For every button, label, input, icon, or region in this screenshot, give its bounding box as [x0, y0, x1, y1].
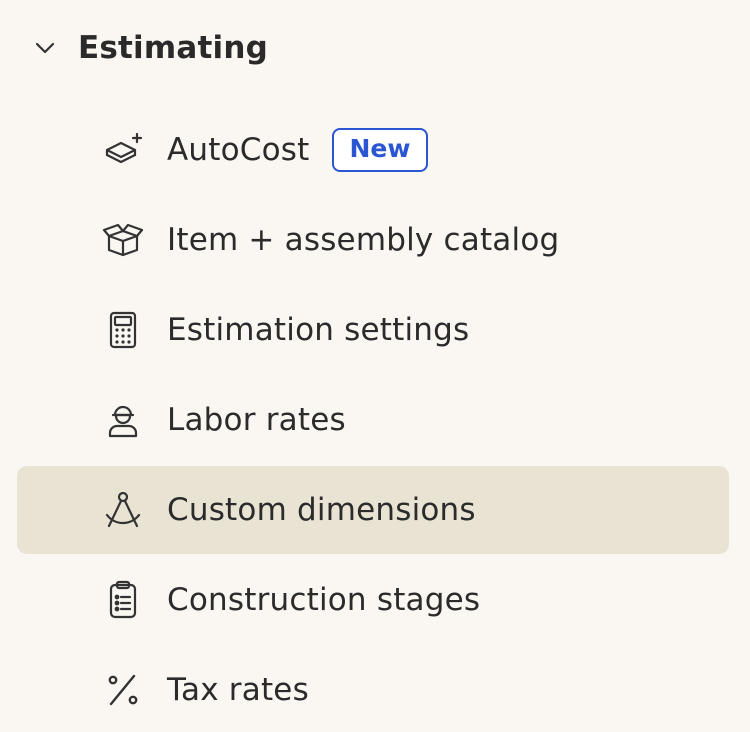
percent-icon	[97, 664, 149, 716]
clipboard-list-icon	[97, 574, 149, 626]
nav-item-label: Tax rates	[167, 672, 309, 708]
nav-item-item-assembly-catalog[interactable]: Item + assembly catalog	[17, 196, 729, 284]
section-estimating-toggle[interactable]: Estimating	[30, 20, 268, 76]
nav-item-labor-rates[interactable]: Labor rates	[17, 376, 729, 464]
nav-item-label: Item + assembly catalog	[167, 222, 560, 258]
nav-item-label: Custom dimensions	[167, 492, 476, 528]
settings-sidebar: Estimating AutoCost New Item + assembly …	[0, 0, 750, 732]
nav-item-label: Construction stages	[167, 582, 481, 618]
nav-item-construction-stages[interactable]: Construction stages	[17, 556, 729, 644]
open-box-icon	[97, 214, 149, 266]
nav-item-autocost[interactable]: AutoCost New	[17, 106, 729, 194]
chevron-down-icon	[30, 33, 60, 63]
new-badge: New	[331, 128, 429, 172]
nav-item-tax-rates[interactable]: Tax rates	[17, 646, 729, 732]
calculator-icon	[97, 304, 149, 356]
nav-item-custom-dimensions[interactable]: Custom dimensions	[17, 466, 729, 554]
nav-list: AutoCost New Item + assembly catalog Est…	[17, 106, 729, 732]
worker-icon	[97, 394, 149, 446]
layers-sparkle-icon	[97, 124, 149, 176]
nav-item-label: AutoCost	[167, 132, 310, 168]
nav-item-label: Labor rates	[167, 402, 346, 438]
nav-item-label: Estimation settings	[167, 312, 470, 348]
section-title: Estimating	[78, 30, 268, 66]
nav-item-estimation-settings[interactable]: Estimation settings	[17, 286, 729, 374]
compass-dimension-icon	[97, 484, 149, 536]
